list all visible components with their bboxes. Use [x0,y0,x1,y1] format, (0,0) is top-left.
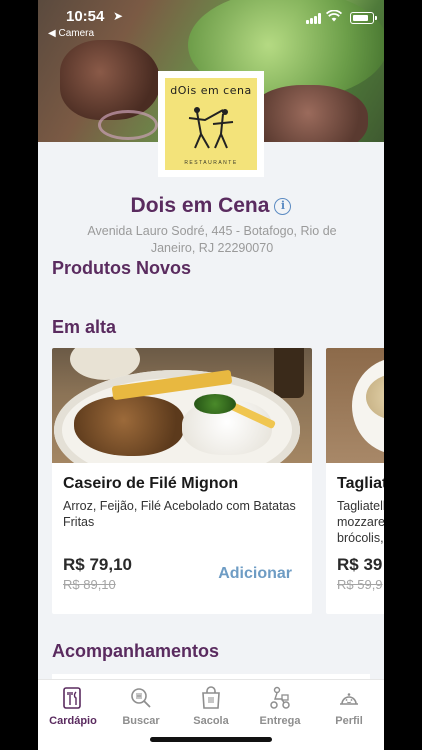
product-price: R$ 39 [337,555,383,574]
restaurant-name: Dois em Cena [130,194,270,217]
product-card[interactable]: Caseiro de Filé Mignon Arroz, Feijão, Fi… [52,348,312,614]
scooter-icon [270,686,290,709]
search-fork-icon [131,688,151,708]
tab-label: Entrega [259,715,301,727]
cloche-face-icon [340,693,358,705]
product-price: R$ 79,10 [63,555,132,574]
section-title-sides: Acompanhamentos [52,641,220,661]
product-photo [326,348,384,463]
info-icon[interactable]: i [274,197,292,215]
battery-icon [350,12,377,24]
product-old-price: R$ 89,10 [63,577,116,592]
product-old-price: R$ 59,9 [337,577,383,592]
status-time: 10:54 [66,8,105,25]
tab-label: Cardápio [49,715,97,727]
location-arrow-icon: ➤ [113,9,124,23]
tab-sacola[interactable]: Sacola [180,686,242,727]
tab-entrega[interactable]: Entrega [249,686,311,727]
tab-label: Sacola [193,715,229,727]
product-title: Caseiro de Filé Mignon [63,475,239,492]
tab-label: Perfil [335,715,363,727]
logo-subtitle: RESTAURANTE [184,160,238,166]
dancers-logo-icon [188,107,234,149]
section-title-new-products: Produtos Novos [52,258,192,278]
tab-cardapio[interactable]: Cardápio [42,686,104,727]
bag-icon [202,686,220,709]
wifi-icon [325,9,343,25]
restaurant-logo: dOis em cena RESTAURANTE [158,71,264,177]
back-to-camera-link[interactable]: ◀ Camera [48,28,94,39]
tab-label: Buscar [122,715,160,727]
product-description: Tagliatelle mozzarela, brócolis, [337,499,384,545]
restaurant-header: Dois em Cena i [38,194,384,218]
product-photo [52,348,312,463]
tab-perfil[interactable]: Perfil [318,686,380,727]
menu-book-icon [63,687,81,709]
product-card[interactable]: Tagliatelle Tagliatelle mozzarela, bróco… [326,348,384,614]
logo-brand-text: dOis em cena [170,84,252,97]
section-title-trending: Em alta [52,317,117,337]
tab-buscar[interactable]: Buscar [110,686,172,727]
signal-icon [306,13,322,24]
app-screen: 10:54 ➤ ◀ Camera dOis em cena RESTAURANT… [38,0,384,750]
product-title: Tagliatelle [337,475,384,492]
add-to-bag-button[interactable]: Adicionar [218,565,292,583]
restaurant-address: Avenida Lauro Sodré, 445 - Botafogo, Rio… [87,224,337,255]
status-bar: 10:54 ➤ ◀ Camera [38,0,384,42]
home-indicator[interactable] [150,737,272,742]
product-description: Arroz, Feijão, Filé Acebolado com Batata… [63,499,296,529]
